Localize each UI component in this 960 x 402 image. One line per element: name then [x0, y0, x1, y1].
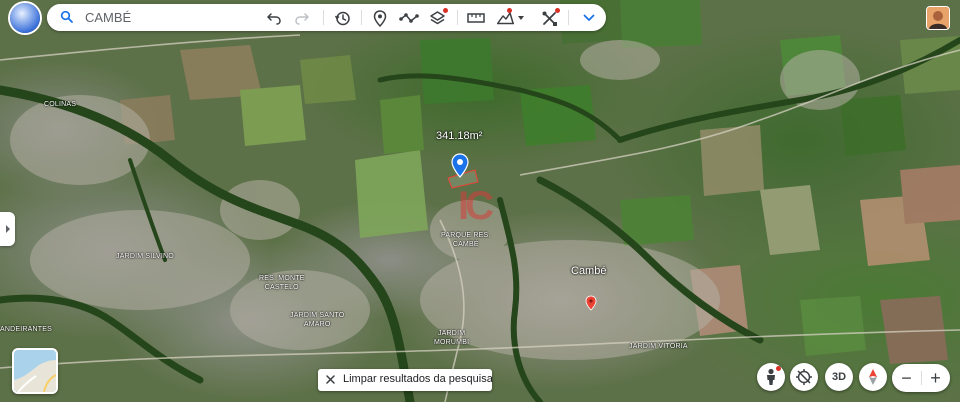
clear-search-results-label: Limpar resultados da pesquisa — [343, 373, 493, 385]
place-marker-pin[interactable] — [451, 153, 469, 179]
search-result-marker[interactable] — [585, 295, 597, 311]
toolbar-divider — [568, 10, 569, 25]
history-icon[interactable] — [331, 7, 353, 29]
expand-icon[interactable] — [578, 7, 600, 29]
3d-view-button[interactable]: 3D — [825, 363, 853, 391]
compass-button[interactable] — [859, 363, 887, 391]
side-panel-toggle[interactable] — [0, 212, 15, 246]
place-label-colinas: COLINAS — [44, 101, 77, 108]
notification-dot — [443, 8, 448, 13]
search-input[interactable] — [85, 8, 245, 27]
place-label-bandeirantes: ANDEIRANTES — [0, 326, 52, 333]
toolbar-divider — [361, 10, 362, 25]
place-label-jardim-vitoria: JARDIM VITÓRIA — [629, 343, 688, 350]
place-label-jardim-morumbi: JARDIM MORUMBI — [434, 330, 470, 346]
search-icon[interactable] — [60, 10, 74, 24]
street-view-button[interactable] — [757, 363, 785, 391]
ruler-icon[interactable] — [465, 7, 487, 29]
satellite-map[interactable]: IC 341.18m² COLINAS PARQUE RES. CAMBÉ JA… — [0, 0, 960, 402]
tools-icon[interactable] — [538, 7, 560, 29]
layers-icon[interactable] — [426, 7, 448, 29]
place-label-parque-res-cambe: PARQUE RES. CAMBÉ — [441, 232, 491, 248]
compass-icon — [869, 369, 877, 385]
notification-dot — [776, 366, 781, 371]
toolbar-divider — [323, 10, 324, 25]
place-label-res-monte-castelo: RES. MONTE CASTELO — [259, 275, 305, 291]
pegman-icon — [767, 368, 775, 385]
path-icon[interactable] — [398, 7, 420, 29]
undo-icon[interactable] — [263, 7, 285, 29]
place-marker-icon[interactable] — [369, 7, 391, 29]
toolbar-divider — [457, 10, 458, 25]
zoom-out-button[interactable]: − — [892, 364, 921, 392]
area-measurement-label: 341.18m² — [436, 130, 483, 142]
redo-icon[interactable] — [291, 7, 313, 29]
place-label-jardim-santo-amaro: JARDIM SANTO AMARO — [290, 312, 345, 328]
place-label-jardim-silvino: JARDIM SILVINO — [116, 253, 174, 260]
app-logo[interactable] — [10, 3, 40, 33]
notification-dot — [507, 8, 512, 13]
zoom-in-button[interactable]: + — [921, 364, 950, 392]
map-type-thumbnail[interactable] — [12, 348, 58, 394]
close-icon — [326, 375, 335, 384]
search-box — [47, 4, 255, 31]
chevron-right-icon — [5, 225, 10, 233]
gps-off-icon — [796, 369, 812, 385]
top-toolbar — [47, 4, 606, 31]
city-label-cambe: Cambé — [571, 265, 607, 277]
measured-area-outline — [447, 169, 479, 189]
notification-dot — [555, 8, 560, 13]
clear-search-results-button[interactable]: Limpar resultados da pesquisa — [318, 369, 493, 391]
tilt-toggle-button[interactable] — [790, 363, 818, 391]
zoom-control: − + — [892, 364, 950, 392]
3d-view-label: 3D — [831, 371, 847, 383]
user-avatar[interactable] — [926, 6, 950, 30]
elevation-icon[interactable] — [494, 7, 528, 29]
